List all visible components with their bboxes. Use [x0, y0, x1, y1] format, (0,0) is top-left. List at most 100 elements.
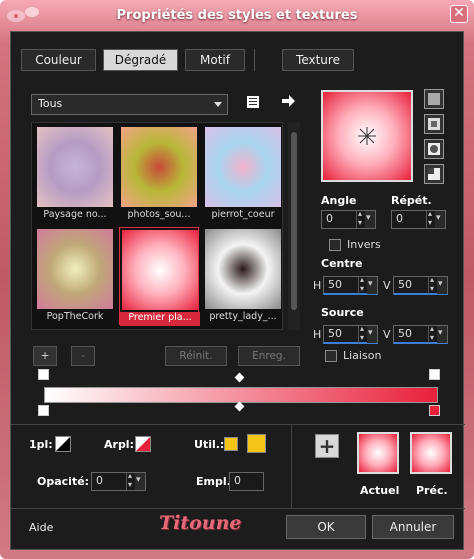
- tab-color[interactable]: Couleur: [21, 49, 96, 71]
- ok-button[interactable]: OK: [286, 515, 366, 539]
- gradient-preview[interactable]: [321, 90, 413, 182]
- gradient-thumbnail: [37, 229, 113, 309]
- divider: [11, 424, 465, 425]
- chevron-down-icon: [214, 102, 222, 107]
- gradient-gallery: Paysage no... photos_sou... pierrot_coeu…: [31, 122, 283, 330]
- gradient-bar[interactable]: [44, 387, 438, 403]
- save-button[interactable]: Enreg.: [238, 346, 300, 366]
- spin-arrows-icon[interactable]: [428, 275, 437, 294]
- gradient-thumbnail: [122, 230, 198, 310]
- center-crosshair-icon: [358, 127, 376, 145]
- invert-checkbox[interactable]: [329, 239, 341, 251]
- arrow-right-icon[interactable]: [281, 94, 295, 108]
- reset-button[interactable]: Réinit.: [165, 346, 227, 366]
- link-checkbox[interactable]: [325, 350, 337, 362]
- linear-style-icon[interactable]: [424, 89, 444, 109]
- dropdown-arrow-icon[interactable]: [367, 326, 377, 343]
- divider: [291, 424, 292, 508]
- tab-pattern[interactable]: Motif: [185, 49, 245, 71]
- folder-icon[interactable]: [245, 94, 261, 110]
- scrollbar-thumb[interactable]: [291, 132, 297, 310]
- gallery-item[interactable]: pretty_lady_...: [203, 227, 283, 325]
- foreground-stop-icon[interactable]: [55, 436, 71, 452]
- link-label: Liaison: [343, 349, 382, 362]
- center-v-field[interactable]: 50: [393, 275, 448, 295]
- gradient-thumbnail: [205, 229, 281, 309]
- angle-field[interactable]: 0: [321, 209, 376, 229]
- category-dropdown[interactable]: Tous: [31, 94, 228, 115]
- spin-arrows-icon[interactable]: [358, 324, 367, 343]
- opacity-stop-right-icon[interactable]: [429, 369, 440, 380]
- color-stop-right-icon[interactable]: [429, 405, 440, 416]
- gallery-item[interactable]: pierrot_coeur: [203, 125, 283, 223]
- source-h-field[interactable]: 50: [323, 324, 378, 344]
- spin-arrows-icon[interactable]: [428, 324, 437, 343]
- background-label: Arpl:: [104, 438, 134, 451]
- gallery-scrollbar[interactable]: [288, 122, 300, 330]
- main-panel: Couleur Dégradé Motif Texture Tous Paysa…: [10, 31, 465, 550]
- help-link[interactable]: Aide: [29, 521, 53, 534]
- previous-label: Préc.: [416, 484, 448, 497]
- spin-arrows-icon[interactable]: [426, 209, 435, 228]
- background-stop-icon[interactable]: [135, 436, 151, 452]
- sunburst-style-icon[interactable]: [424, 139, 444, 159]
- dialog-frame: Propriétés des styles et textures ✕ Coul…: [0, 0, 474, 559]
- source-v-label: V: [383, 328, 391, 341]
- opacity-field[interactable]: 0: [91, 471, 146, 491]
- tab-gradient[interactable]: Dégradé: [103, 49, 178, 71]
- tab-divider: [254, 49, 255, 71]
- gallery-item[interactable]: photos_sou...: [119, 125, 199, 223]
- gradient-thumbnail: [121, 127, 197, 207]
- tab-texture[interactable]: Texture: [282, 49, 354, 71]
- gradient-thumbnail: [37, 127, 113, 207]
- dropdown-arrow-icon[interactable]: [437, 277, 447, 294]
- spin-arrows-icon[interactable]: [358, 275, 367, 294]
- source-h-label: H: [313, 328, 322, 341]
- dropdown-arrow-icon[interactable]: [435, 211, 445, 228]
- opacity-stop-left-icon[interactable]: [38, 369, 49, 380]
- user-color-label: Util.:: [194, 438, 225, 451]
- close-button[interactable]: ✕: [450, 5, 468, 23]
- previous-swatch[interactable]: [410, 432, 452, 474]
- opacity-midpoint-icon[interactable]: [234, 372, 245, 383]
- gallery-item[interactable]: Paysage no...: [35, 125, 115, 223]
- spin-arrows-icon[interactable]: [126, 471, 135, 490]
- titoune-logo: Titoune: [159, 512, 242, 534]
- repeat-label: Répét.: [391, 194, 432, 207]
- spin-arrows-icon[interactable]: [356, 209, 365, 228]
- source-label: Source: [321, 306, 364, 319]
- opacity-label: Opacité:: [37, 475, 90, 488]
- category-value: Tous: [38, 97, 63, 110]
- angle-label: Angle: [321, 194, 357, 207]
- source-v-field[interactable]: 50: [393, 324, 448, 344]
- add-swatch-button[interactable]: +: [315, 434, 339, 458]
- gradient-thumbnail: [205, 127, 281, 207]
- foreground-label: 1pl:: [29, 438, 53, 451]
- gallery-item[interactable]: PopTheCork: [35, 227, 115, 325]
- window-title: Propriétés des styles et textures: [116, 8, 358, 23]
- current-label: Actuel: [360, 484, 400, 497]
- radial-style-icon[interactable]: [424, 164, 444, 184]
- divider: [11, 508, 465, 509]
- dropdown-arrow-icon[interactable]: [365, 211, 375, 228]
- cancel-button[interactable]: Annuler: [372, 515, 454, 539]
- center-h-label: H: [313, 279, 322, 292]
- center-h-field[interactable]: 50: [323, 275, 378, 295]
- dropdown-arrow-icon[interactable]: [135, 473, 145, 490]
- location-field[interactable]: 0: [229, 472, 264, 491]
- invert-label: Invers: [347, 238, 381, 251]
- color-midpoint-icon[interactable]: [234, 401, 245, 412]
- add-button[interactable]: +: [33, 346, 57, 366]
- dropdown-arrow-icon[interactable]: [437, 326, 447, 343]
- user-color-swatch-small[interactable]: [224, 437, 238, 451]
- remove-button[interactable]: -: [71, 346, 95, 366]
- repeat-field[interactable]: 0: [391, 209, 446, 229]
- gallery-item-selected[interactable]: Premier pla...: [119, 227, 200, 326]
- title-bar[interactable]: Propriétés des styles et textures ✕: [0, 0, 474, 30]
- user-color-swatch[interactable]: [247, 434, 266, 453]
- current-swatch[interactable]: [357, 432, 399, 474]
- color-stop-left-icon[interactable]: [38, 405, 49, 416]
- center-v-label: V: [383, 279, 391, 292]
- rectangular-style-icon[interactable]: [424, 114, 444, 134]
- dropdown-arrow-icon[interactable]: [367, 277, 377, 294]
